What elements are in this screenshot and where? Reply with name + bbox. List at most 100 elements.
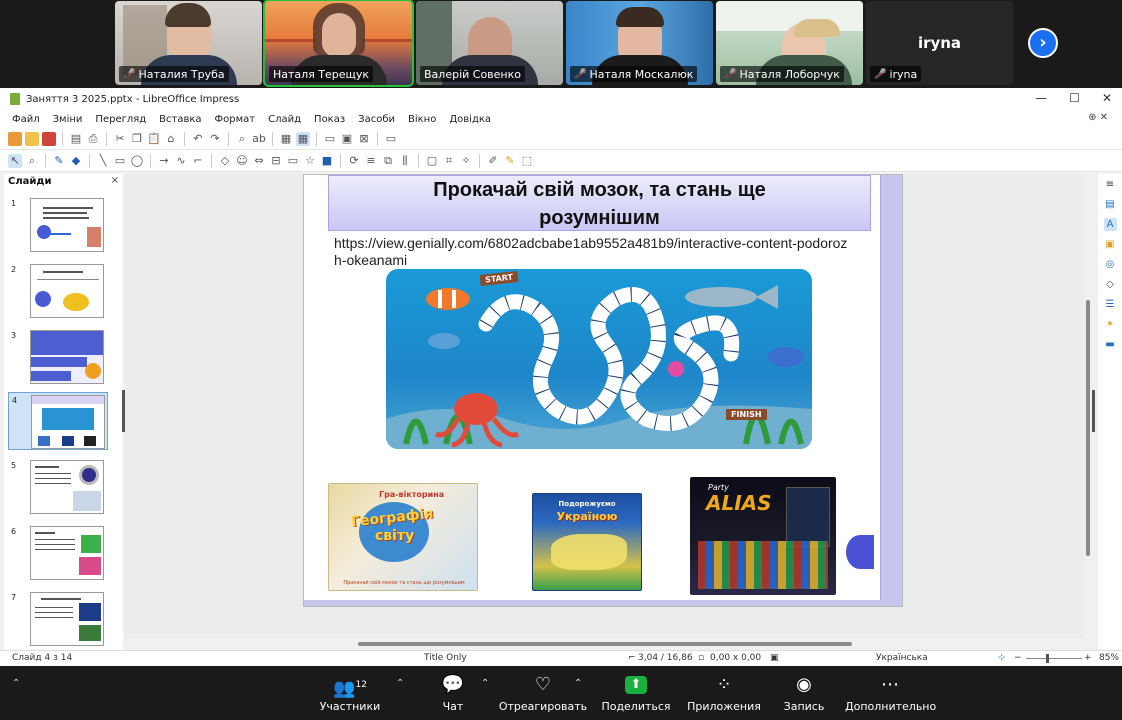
new-icon[interactable] (8, 131, 22, 146)
slide-thumbnail[interactable]: 3 (8, 328, 108, 386)
fontwork-icon[interactable]: ✎ (503, 154, 517, 168)
rotate-icon[interactable]: ⟳ (347, 154, 361, 168)
flowchart-icon[interactable]: ⊟ (269, 154, 283, 168)
clone-formatting-icon[interactable]: ⌂ (164, 132, 178, 146)
table-icon[interactable]: ▦ (279, 132, 293, 146)
find-replace-icon[interactable]: ⌕ (235, 132, 249, 146)
participant-tile-active-speaker[interactable]: Наталя Терещук (263, 0, 414, 87)
display-views-icon[interactable]: ▭ (323, 132, 337, 146)
shadow-icon[interactable]: ▢ (425, 154, 439, 168)
gallery-icon[interactable]: ▣ (1104, 238, 1117, 251)
fill-color-icon[interactable]: ◆ (69, 154, 83, 168)
menu-format[interactable]: Формат (215, 114, 256, 125)
zoom-slider-thumb[interactable] (1046, 654, 1049, 663)
minimize-button[interactable]: — (1035, 91, 1047, 105)
participant-tile[interactable]: Валерій Совенко (416, 1, 563, 85)
slide-transition-icon[interactable]: ☰ (1104, 298, 1117, 311)
zoom-percentage[interactable]: 85% (1099, 653, 1119, 663)
caret-up-icon[interactable]: ⌃ (481, 678, 489, 689)
fit-slide-icon[interactable]: ⊹ (998, 653, 1006, 663)
horizontal-scrollbar[interactable] (358, 642, 852, 646)
cut-icon[interactable]: ✂ (113, 132, 127, 146)
rectangle-icon[interactable]: ▭ (113, 154, 127, 168)
next-participants-button[interactable]: › (1028, 28, 1058, 58)
menu-slide[interactable]: Слайд (268, 114, 301, 125)
current-slide[interactable]: Прокачай свій мозок, та стань ще розумні… (303, 174, 903, 607)
maximize-button[interactable]: ☐ (1069, 91, 1080, 105)
animation-icon[interactable]: ✶ (1104, 318, 1117, 331)
delete-slide-icon[interactable]: ⊠ (357, 132, 371, 146)
participants-button[interactable]: 👥12 Участники (305, 672, 395, 713)
connector-icon[interactable]: ⌐ (191, 154, 205, 168)
slide-title[interactable]: Прокачай свій мозок, та стань ще розумні… (328, 175, 871, 231)
zoom-icon[interactable]: ⌕ (25, 154, 39, 168)
zoom-out-button[interactable]: − (1014, 653, 1022, 663)
align-icon[interactable]: ≡ (364, 154, 378, 168)
styles-icon[interactable]: A (1103, 218, 1117, 231)
properties-icon[interactable]: ▤ (1104, 198, 1117, 211)
menu-slideshow[interactable]: Показ (314, 114, 345, 125)
share-button[interactable]: ⬆ Поделиться (591, 672, 681, 713)
master-slide-icon[interactable]: ▣ (340, 132, 354, 146)
toggle-point-edit-icon[interactable]: ✐ (486, 154, 500, 168)
symbol-shapes-icon[interactable]: ☺ (235, 154, 249, 168)
menu-help[interactable]: Довідка (449, 114, 491, 125)
zoom-slider[interactable] (1026, 658, 1082, 659)
copy-icon[interactable]: ❐ (130, 132, 144, 146)
apps-button[interactable]: ⁘ Приложения (679, 672, 769, 713)
sidebar-splitter-handle[interactable] (1092, 390, 1095, 432)
spelling-icon[interactable]: ab (252, 132, 266, 146)
menu-view[interactable]: Перегляд (95, 114, 146, 125)
menu-file[interactable]: Файл (12, 114, 40, 125)
menu-window[interactable]: Вікно (408, 114, 436, 125)
caret-up-icon[interactable]: ⌃ (396, 678, 404, 689)
menu-insert[interactable]: Вставка (159, 114, 201, 125)
filter-icon[interactable]: ✧ (459, 154, 473, 168)
callouts-icon[interactable]: ▭ (286, 154, 300, 168)
slide-thumbnail[interactable]: 7 (8, 590, 108, 648)
line-icon[interactable]: ╲ (96, 154, 110, 168)
participant-tile[interactable]: 🎤̸ Наталя Лоборчук (716, 1, 863, 85)
sidebar-menu-icon[interactable]: ≡ (1104, 178, 1117, 191)
distribute-icon[interactable]: ⫼ (398, 154, 412, 168)
close-button[interactable]: ✕ (1102, 91, 1112, 105)
slide-thumbnail[interactable]: 6 (8, 524, 108, 582)
crop-icon[interactable]: ⌗ (442, 154, 456, 168)
toggle-extrusion-icon[interactable]: ⬚ (520, 154, 534, 168)
slideshow-icon[interactable]: ▭ (384, 132, 398, 146)
caret-up-icon[interactable]: ⌃ (12, 678, 20, 689)
export-pdf-icon[interactable]: ▤ (69, 132, 83, 146)
grid-icon[interactable]: ▦ (296, 131, 310, 146)
arrange-icon[interactable]: ⧉ (381, 154, 395, 168)
more-button[interactable]: ⋯ Дополнительно (845, 672, 936, 713)
slide-thumbnail[interactable]: 5 (8, 458, 108, 516)
master-slides-icon[interactable]: ▬ (1104, 338, 1117, 351)
slide-thumbnail-selected[interactable]: 4 (8, 392, 108, 450)
curve-icon[interactable]: ∿ (174, 154, 188, 168)
ellipse-icon[interactable]: ◯ (130, 154, 144, 168)
menu-tools[interactable]: Засоби (358, 114, 395, 125)
menu-edit[interactable]: Зміни (53, 114, 83, 125)
shapes-icon[interactable]: ◇ (1104, 278, 1117, 291)
undo-icon[interactable]: ↶ (191, 132, 205, 146)
arrow-icon[interactable]: → (157, 154, 171, 168)
3d-objects-icon[interactable]: ■ (320, 154, 334, 168)
slide-thumbnail[interactable]: 1 (8, 196, 108, 254)
participant-tile[interactable]: 🎤̸ Наталия Труба (115, 1, 262, 85)
line-color-icon[interactable]: ✎ (52, 154, 66, 168)
participant-tile[interactable]: iryna 🎤̸ iryna (866, 1, 1013, 85)
basic-shapes-icon[interactable]: ◇ (218, 154, 232, 168)
caret-up-icon[interactable]: ⌃ (574, 678, 582, 689)
navigator-icon[interactable]: ◎ (1104, 258, 1117, 271)
stars-icon[interactable]: ☆ (303, 154, 317, 168)
document-modified-icon[interactable]: ▣ (770, 653, 779, 663)
block-arrows-icon[interactable]: ⇔ (252, 154, 266, 168)
globe-icon[interactable]: ⊕ ✕ (1088, 112, 1108, 123)
layout-name[interactable]: Title Only (424, 653, 467, 663)
print-icon[interactable]: ⎙ (86, 132, 100, 146)
paste-icon[interactable]: 📋 (147, 132, 161, 146)
select-icon[interactable]: ↖ (8, 153, 22, 168)
participant-tile[interactable]: 🎤̸ Наталя Москалюк (566, 1, 713, 85)
language-status[interactable]: Українська (876, 653, 928, 663)
close-icon[interactable]: × (111, 175, 119, 186)
